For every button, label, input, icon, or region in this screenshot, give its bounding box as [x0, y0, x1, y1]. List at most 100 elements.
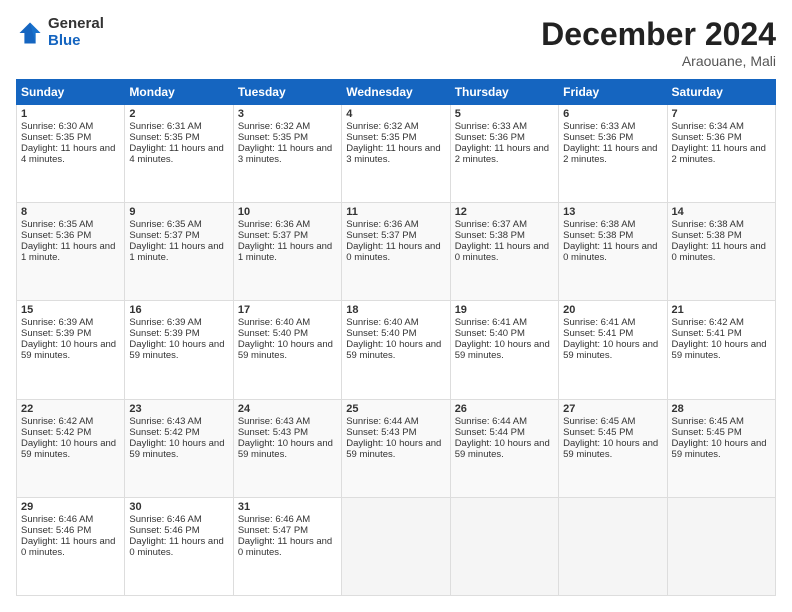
day-number: 9 — [129, 206, 228, 218]
sunrise-text: Sunrise: 6:46 AM — [21, 514, 93, 525]
sunrise-text: Sunrise: 6:41 AM — [563, 317, 635, 328]
day-number: 11 — [346, 206, 445, 218]
sunrise-text: Sunrise: 6:44 AM — [455, 416, 527, 427]
sunset-text: Sunset: 5:43 PM — [346, 427, 416, 438]
location-subtitle: Araouane, Mali — [541, 53, 776, 69]
sunrise-text: Sunrise: 6:33 AM — [455, 121, 527, 132]
header-sunday: Sunday — [17, 80, 125, 105]
table-row — [667, 497, 775, 595]
day-number: 22 — [21, 403, 120, 415]
sunset-text: Sunset: 5:35 PM — [346, 132, 416, 143]
sunrise-text: Sunrise: 6:40 AM — [346, 317, 418, 328]
sunrise-text: Sunrise: 6:42 AM — [21, 416, 93, 427]
table-row: 16 Sunrise: 6:39 AM Sunset: 5:39 PM Dayl… — [125, 301, 233, 399]
table-row: 6 Sunrise: 6:33 AM Sunset: 5:36 PM Dayli… — [559, 105, 667, 203]
table-row: 28 Sunrise: 6:45 AM Sunset: 5:45 PM Dayl… — [667, 399, 775, 497]
daylight-text: Daylight: 11 hours and 3 minutes. — [346, 143, 440, 165]
sunrise-text: Sunrise: 6:34 AM — [672, 121, 744, 132]
sunrise-text: Sunrise: 6:32 AM — [238, 121, 310, 132]
sunrise-text: Sunrise: 6:31 AM — [129, 121, 201, 132]
table-row: 27 Sunrise: 6:45 AM Sunset: 5:45 PM Dayl… — [559, 399, 667, 497]
table-row — [342, 497, 450, 595]
daylight-text: Daylight: 10 hours and 59 minutes. — [238, 438, 333, 460]
header-monday: Monday — [125, 80, 233, 105]
sunset-text: Sunset: 5:37 PM — [238, 230, 308, 241]
day-number: 27 — [563, 403, 662, 415]
table-row: 9 Sunrise: 6:35 AM Sunset: 5:37 PM Dayli… — [125, 203, 233, 301]
table-row: 11 Sunrise: 6:36 AM Sunset: 5:37 PM Dayl… — [342, 203, 450, 301]
sunrise-text: Sunrise: 6:35 AM — [129, 219, 201, 230]
day-number: 19 — [455, 304, 554, 316]
sunset-text: Sunset: 5:43 PM — [238, 427, 308, 438]
sunrise-text: Sunrise: 6:46 AM — [238, 514, 310, 525]
table-row: 23 Sunrise: 6:43 AM Sunset: 5:42 PM Dayl… — [125, 399, 233, 497]
sunset-text: Sunset: 5:36 PM — [455, 132, 525, 143]
sunset-text: Sunset: 5:42 PM — [129, 427, 199, 438]
daylight-text: Daylight: 10 hours and 59 minutes. — [21, 438, 116, 460]
table-row: 25 Sunrise: 6:44 AM Sunset: 5:43 PM Dayl… — [342, 399, 450, 497]
logo-icon — [16, 19, 44, 47]
day-number: 4 — [346, 108, 445, 120]
sunset-text: Sunset: 5:40 PM — [238, 328, 308, 339]
day-number: 31 — [238, 501, 337, 513]
table-row: 12 Sunrise: 6:37 AM Sunset: 5:38 PM Dayl… — [450, 203, 558, 301]
table-row: 8 Sunrise: 6:35 AM Sunset: 5:36 PM Dayli… — [17, 203, 125, 301]
month-title: December 2024 — [541, 16, 776, 53]
sunset-text: Sunset: 5:37 PM — [346, 230, 416, 241]
sunset-text: Sunset: 5:47 PM — [238, 525, 308, 536]
daylight-text: Daylight: 10 hours and 59 minutes. — [672, 438, 767, 460]
sunset-text: Sunset: 5:45 PM — [563, 427, 633, 438]
daylight-text: Daylight: 10 hours and 59 minutes. — [563, 339, 658, 361]
title-block: December 2024 Araouane, Mali — [541, 16, 776, 69]
daylight-text: Daylight: 10 hours and 59 minutes. — [455, 438, 550, 460]
daylight-text: Daylight: 11 hours and 0 minutes. — [563, 241, 657, 263]
sunset-text: Sunset: 5:45 PM — [672, 427, 742, 438]
sunrise-text: Sunrise: 6:35 AM — [21, 219, 93, 230]
sunset-text: Sunset: 5:41 PM — [563, 328, 633, 339]
day-number: 24 — [238, 403, 337, 415]
daylight-text: Daylight: 11 hours and 1 minute. — [129, 241, 223, 263]
table-row: 15 Sunrise: 6:39 AM Sunset: 5:39 PM Dayl… — [17, 301, 125, 399]
sunrise-text: Sunrise: 6:42 AM — [672, 317, 744, 328]
header-wednesday: Wednesday — [342, 80, 450, 105]
table-row: 1 Sunrise: 6:30 AM Sunset: 5:35 PM Dayli… — [17, 105, 125, 203]
table-row — [450, 497, 558, 595]
daylight-text: Daylight: 11 hours and 0 minutes. — [455, 241, 549, 263]
daylight-text: Daylight: 11 hours and 0 minutes. — [129, 536, 223, 558]
logo-general: General — [48, 16, 104, 33]
sunrise-text: Sunrise: 6:45 AM — [672, 416, 744, 427]
daylight-text: Daylight: 10 hours and 59 minutes. — [129, 339, 224, 361]
sunrise-text: Sunrise: 6:38 AM — [563, 219, 635, 230]
sunrise-text: Sunrise: 6:43 AM — [238, 416, 310, 427]
table-row: 13 Sunrise: 6:38 AM Sunset: 5:38 PM Dayl… — [559, 203, 667, 301]
sunset-text: Sunset: 5:36 PM — [672, 132, 742, 143]
sunset-text: Sunset: 5:38 PM — [563, 230, 633, 241]
daylight-text: Daylight: 11 hours and 3 minutes. — [238, 143, 332, 165]
sunrise-text: Sunrise: 6:33 AM — [563, 121, 635, 132]
table-row: 22 Sunrise: 6:42 AM Sunset: 5:42 PM Dayl… — [17, 399, 125, 497]
table-row — [559, 497, 667, 595]
daylight-text: Daylight: 11 hours and 2 minutes. — [455, 143, 549, 165]
calendar-week-row: 1 Sunrise: 6:30 AM Sunset: 5:35 PM Dayli… — [17, 105, 776, 203]
table-row: 17 Sunrise: 6:40 AM Sunset: 5:40 PM Dayl… — [233, 301, 341, 399]
day-number: 23 — [129, 403, 228, 415]
sunset-text: Sunset: 5:41 PM — [672, 328, 742, 339]
table-row: 3 Sunrise: 6:32 AM Sunset: 5:35 PM Dayli… — [233, 105, 341, 203]
calendar-table: Sunday Monday Tuesday Wednesday Thursday… — [16, 79, 776, 596]
daylight-text: Daylight: 10 hours and 59 minutes. — [346, 438, 441, 460]
daylight-text: Daylight: 10 hours and 59 minutes. — [129, 438, 224, 460]
day-number: 6 — [563, 108, 662, 120]
sunset-text: Sunset: 5:37 PM — [129, 230, 199, 241]
sunrise-text: Sunrise: 6:46 AM — [129, 514, 201, 525]
daylight-text: Daylight: 10 hours and 59 minutes. — [563, 438, 658, 460]
day-number: 30 — [129, 501, 228, 513]
table-row: 5 Sunrise: 6:33 AM Sunset: 5:36 PM Dayli… — [450, 105, 558, 203]
daylight-text: Daylight: 11 hours and 0 minutes. — [672, 241, 766, 263]
day-number: 5 — [455, 108, 554, 120]
table-row: 18 Sunrise: 6:40 AM Sunset: 5:40 PM Dayl… — [342, 301, 450, 399]
sunset-text: Sunset: 5:35 PM — [129, 132, 199, 143]
day-number: 7 — [672, 108, 771, 120]
sunrise-text: Sunrise: 6:45 AM — [563, 416, 635, 427]
day-number: 17 — [238, 304, 337, 316]
calendar-week-row: 8 Sunrise: 6:35 AM Sunset: 5:36 PM Dayli… — [17, 203, 776, 301]
